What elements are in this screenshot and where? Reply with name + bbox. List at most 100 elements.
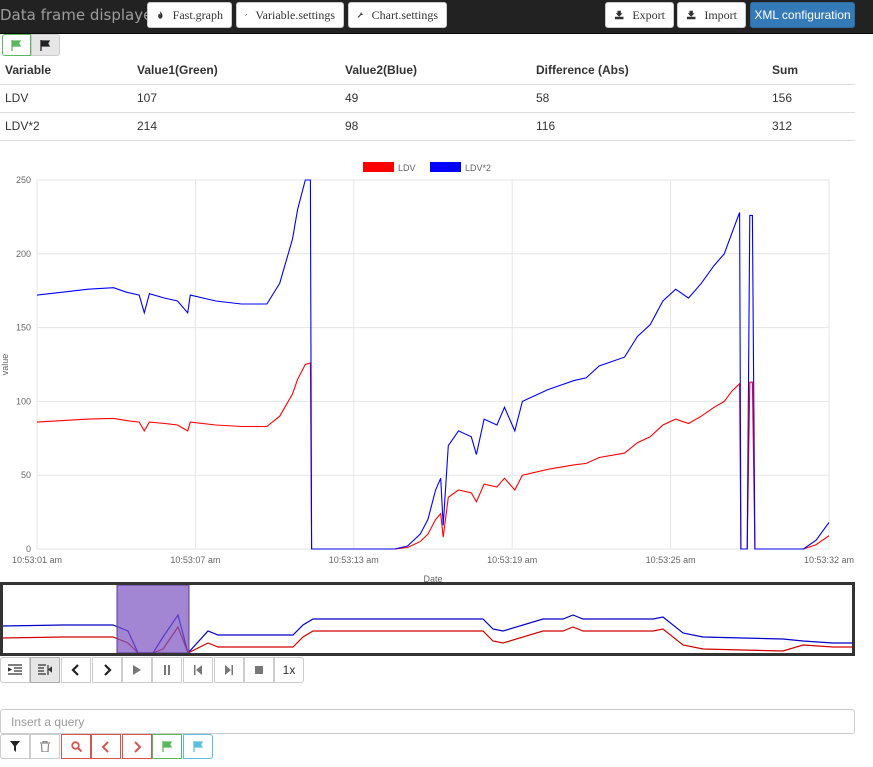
filter-icon: [10, 741, 20, 752]
export-icon: [614, 10, 624, 20]
collapse-button[interactable]: [0, 657, 30, 683]
pause-icon: [164, 665, 170, 675]
column-header: Difference (Abs): [531, 57, 767, 85]
previous-button[interactable]: [61, 657, 91, 683]
table-cell: LDV*2: [0, 112, 132, 141]
overview-plot[interactable]: [2, 584, 852, 655]
black-flag-button[interactable]: [31, 34, 60, 56]
chart-settings-button[interactable]: Chart.settings: [348, 2, 447, 28]
delete-button[interactable]: [30, 734, 60, 759]
column-header: Value1(Green): [132, 57, 340, 85]
y-tick-label: 0: [26, 544, 31, 554]
table-row: LDV*2 214 98 116 312: [0, 112, 855, 141]
speed-label: 1x: [282, 663, 296, 677]
line-chart[interactable]: 0 50 100 150 200 250 10:53:01 am 10:53:07 am 10:…: [0, 155, 860, 582]
table-cell: 107: [132, 84, 340, 113]
legend-swatch: [430, 162, 461, 172]
chevron-right-icon: [134, 740, 142, 753]
x-tick-label: 10:53:25 am: [646, 555, 696, 565]
table-cell: 312: [767, 112, 855, 141]
previous-match-button[interactable]: [91, 734, 121, 759]
trash-icon: [40, 741, 50, 752]
flag-icon: [161, 741, 172, 752]
column-header: Value2(Blue): [340, 57, 531, 85]
filter-button[interactable]: [0, 734, 30, 759]
step-backward-icon: [194, 665, 202, 675]
expand-button[interactable]: [30, 657, 60, 683]
flag-icon: [192, 741, 203, 752]
plot-area: [36, 179, 830, 550]
y-tick-label: 50: [21, 470, 31, 480]
speed-button[interactable]: 1x: [274, 657, 304, 683]
search-icon: [70, 741, 82, 752]
next-button[interactable]: [92, 657, 122, 683]
cyan-flag-query-button[interactable]: [183, 734, 213, 759]
table-cell: LDV: [0, 84, 132, 113]
y-tick-label: 100: [16, 396, 31, 406]
indent-icon: [8, 664, 22, 675]
wrench-icon: [357, 12, 364, 18]
skip-start-button[interactable]: [183, 657, 213, 683]
variable-settings-button[interactable]: Variable.settings: [236, 2, 344, 28]
table-cell: 98: [340, 112, 531, 141]
pause-button[interactable]: [152, 657, 182, 683]
table-cell: 116: [531, 112, 767, 141]
top-navbar: Data frame displayer Fast.graph Variable…: [0, 0, 873, 34]
import-button[interactable]: Import: [677, 2, 746, 28]
series-line-ldvx2: [36, 179, 830, 550]
wrench-icon: [245, 14, 248, 16]
y-tick-label: 200: [16, 249, 31, 259]
fire-icon: [158, 11, 163, 19]
variable-settings-label: Variable.settings: [255, 7, 335, 22]
outdent-icon: [38, 664, 52, 675]
series-line-ldv: [36, 362, 830, 550]
xml-configuration-label: XML configuration: [754, 8, 851, 22]
export-label: Export: [632, 7, 665, 22]
search-button[interactable]: [61, 734, 91, 759]
skip-end-button[interactable]: [214, 657, 244, 683]
column-header: Sum: [767, 57, 855, 85]
query-input[interactable]: [0, 709, 855, 734]
chevron-right-icon: [104, 664, 112, 676]
table-cell: 214: [132, 112, 340, 141]
overview-selection-window[interactable]: [116, 584, 190, 654]
x-axis-title: Date: [423, 574, 442, 582]
play-icon: [133, 665, 141, 675]
chevron-left-icon: [101, 740, 109, 753]
green-flag-button[interactable]: [2, 34, 31, 56]
stop-button[interactable]: [244, 657, 274, 683]
x-tick-label: 10:53:01 am: [12, 555, 62, 565]
app-title: Data frame displayer: [0, 6, 159, 24]
fast-graph-button[interactable]: Fast.graph: [147, 2, 232, 28]
table-cell: 49: [340, 84, 531, 113]
legend-swatch: [363, 162, 394, 172]
table-cell: 156: [767, 84, 855, 113]
x-tick-label: 10:53:07 am: [170, 555, 220, 565]
green-flag-query-button[interactable]: [152, 734, 182, 759]
fast-graph-label: Fast.graph: [172, 7, 223, 22]
x-tick-label: 10:53:13 am: [329, 555, 379, 565]
column-header: Variable: [0, 57, 132, 85]
xml-configuration-button[interactable]: XML configuration: [750, 2, 855, 28]
x-tick-label: 10:53:19 am: [487, 555, 537, 565]
stop-icon: [255, 666, 263, 674]
chart-settings-label: Chart.settings: [371, 7, 438, 22]
chevron-left-icon: [71, 664, 79, 676]
table-row: LDV 107 49 58 156: [0, 84, 855, 113]
y-tick-label: 150: [16, 323, 31, 333]
table-header-row: Variable Value1(Green) Value2(Blue) Diff…: [0, 57, 855, 85]
legend-label: LDV: [398, 163, 416, 173]
flag-icon: [11, 39, 22, 51]
range-overview[interactable]: [0, 582, 855, 656]
next-match-button[interactable]: [122, 734, 152, 759]
x-tick-label: 10:53:32 am: [804, 555, 854, 565]
export-button[interactable]: Export: [605, 2, 674, 28]
import-label: Import: [704, 7, 737, 22]
play-button[interactable]: [122, 657, 152, 683]
legend-label: LDV*2: [465, 163, 491, 173]
variables-table: Variable Value1(Green) Value2(Blue) Diff…: [0, 57, 855, 141]
table-cell: 58: [531, 84, 767, 113]
y-tick-label: 250: [16, 175, 31, 185]
flag-icon: [40, 39, 51, 51]
step-forward-icon: [225, 665, 233, 675]
